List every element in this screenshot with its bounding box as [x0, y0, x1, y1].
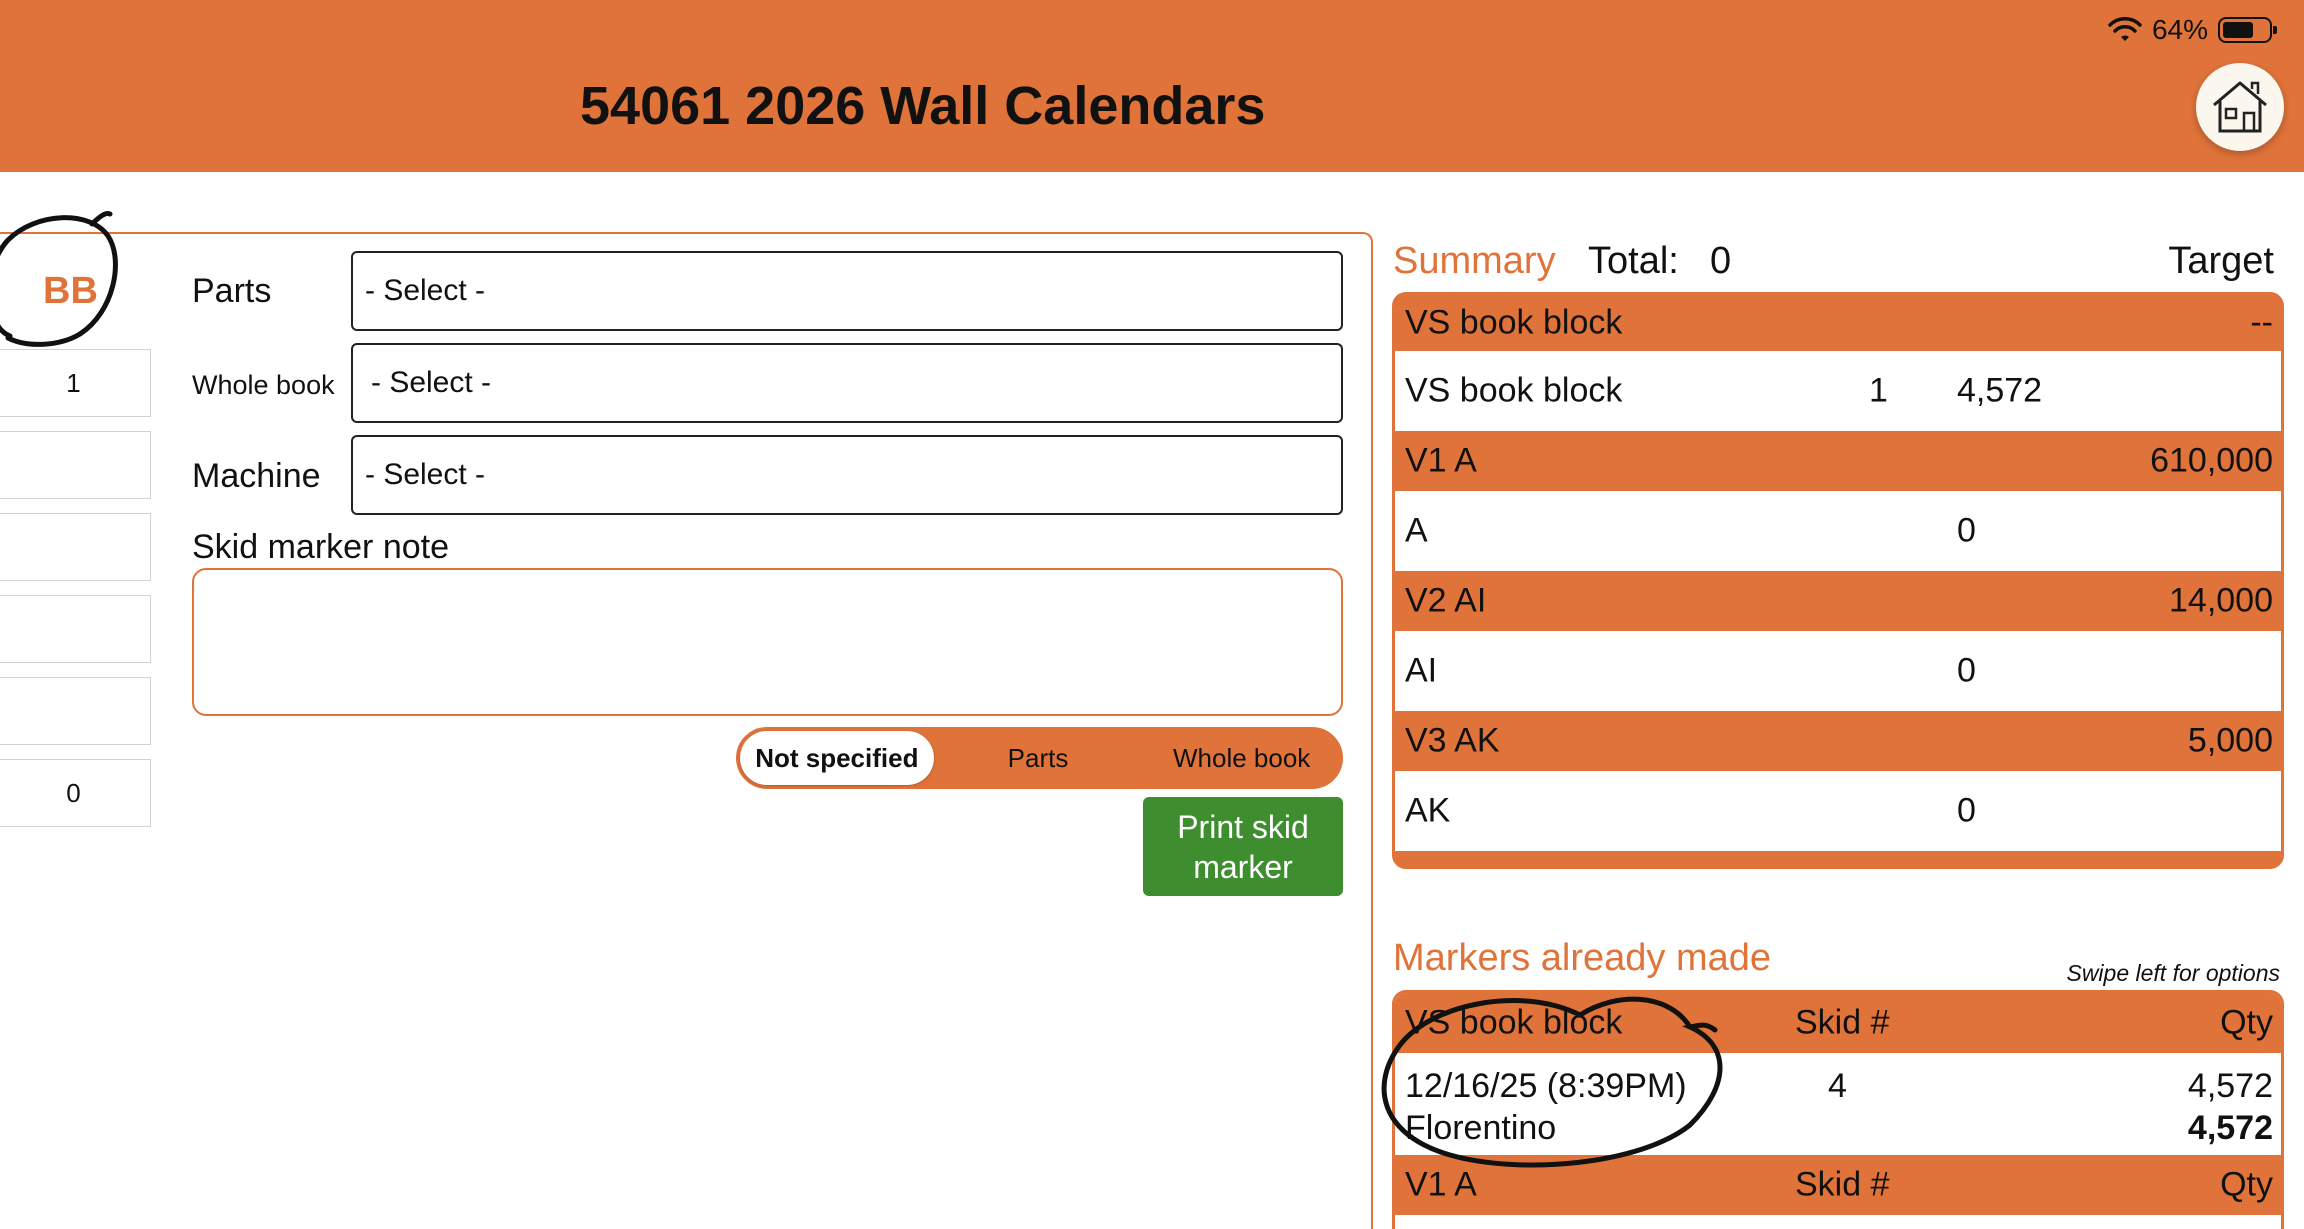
- group-name: VS book block: [1405, 1003, 1623, 1042]
- group-name: V2 AI: [1405, 581, 1487, 620]
- summary-row: VS book block 1 4,572: [1395, 351, 2281, 431]
- marker-qty: 4,572: [2187, 1067, 2273, 1105]
- summary-title: Summary: [1393, 240, 1556, 282]
- segment-whole-book[interactable]: Whole book: [1142, 743, 1341, 774]
- group-name: V1 A: [1405, 441, 1477, 480]
- battery-percent: 64%: [2151, 14, 2208, 45]
- swipe-hint: Swipe left for options: [2066, 960, 2280, 986]
- row-name: A: [1405, 511, 1428, 550]
- skid-note-label: Skid marker note: [192, 528, 449, 566]
- group-name: V1 A: [1405, 1165, 1477, 1204]
- row-qty: 4,572: [1957, 371, 2043, 410]
- side-count-field[interactable]: [0, 431, 151, 499]
- marker-entry-row[interactable]: 12/16/25 (8:39PM) Florentino 4 4,572 4,5…: [1395, 1053, 2281, 1153]
- row-qty: 0: [1957, 651, 1976, 690]
- marker-user: Florentino: [1405, 1109, 1557, 1147]
- summary-table: VS book block -- VS book block 1 4,572 V…: [1392, 292, 2284, 869]
- row-qty: 0: [1957, 791, 1976, 830]
- marker-group-header: VS book block Skid # Qty: [1395, 993, 2281, 1053]
- status-bar: 64%: [2108, 14, 2277, 46]
- marker-group-header: V1 A Skid # Qty: [1395, 1155, 2281, 1215]
- marker-date: 12/16/25 (8:39PM): [1405, 1067, 1687, 1105]
- app-header: 64% 54061 2026 Wall Calendars: [0, 0, 2304, 172]
- home-button[interactable]: [2196, 63, 2284, 151]
- parts-select[interactable]: - Select -: [351, 251, 1343, 331]
- group-target: 610,000: [2150, 441, 2273, 480]
- row-name: VS book block: [1405, 371, 1623, 410]
- side-count-field[interactable]: [0, 513, 151, 581]
- row-name: AI: [1405, 651, 1438, 690]
- marker-total: 4,572: [2187, 1109, 2273, 1147]
- whole-book-select[interactable]: - Select -: [351, 343, 1343, 423]
- markers-title: Markers already made: [1393, 937, 1772, 979]
- side-count-field[interactable]: [0, 677, 151, 745]
- summary-group-header: VS book block --: [1395, 295, 2281, 351]
- total-label: Total:: [1588, 240, 1679, 282]
- segment-not-specified[interactable]: Not specified: [740, 731, 934, 785]
- row-count: 1: [1869, 371, 1888, 410]
- row-qty: 0: [1957, 511, 1976, 550]
- markers-table: VS book block Skid # Qty 12/16/25 (8:39P…: [1392, 990, 2284, 1229]
- side-count-field[interactable]: 0: [0, 759, 151, 827]
- summary-group-header: V2 AI 14,000: [1395, 571, 2281, 631]
- home-icon: [2213, 81, 2267, 133]
- skid-header: Skid #: [1795, 1165, 1890, 1204]
- type-segmented-control: Not specified Parts Whole book: [736, 727, 1343, 789]
- side-count-field[interactable]: [0, 595, 151, 663]
- qty-header: Qty: [2220, 1003, 2273, 1042]
- total-value: 0: [1710, 240, 1732, 282]
- summary-row: AI 0: [1395, 631, 2281, 711]
- row-name: AK: [1405, 791, 1451, 830]
- segment-parts[interactable]: Parts: [934, 743, 1143, 774]
- summary-group-header: V3 AK 5,000: [1395, 711, 2281, 771]
- whole-book-label: Whole book: [192, 370, 335, 400]
- group-target: 14,000: [2169, 581, 2273, 620]
- group-name: V3 AK: [1405, 721, 1500, 760]
- battery-icon: [2218, 17, 2277, 43]
- side-count-field[interactable]: 1: [0, 349, 151, 417]
- skid-header: Skid #: [1795, 1003, 1890, 1042]
- parts-label: Parts: [192, 272, 272, 310]
- print-skid-marker-button[interactable]: Print skid marker: [1143, 797, 1343, 896]
- group-name: VS book block: [1405, 303, 1623, 342]
- group-target: 5,000: [2187, 721, 2273, 760]
- summary-row: AK 0: [1395, 771, 2281, 851]
- target-label: Target: [2168, 240, 2274, 282]
- wifi-icon: [2108, 17, 2142, 41]
- page-title: 54061 2026 Wall Calendars: [580, 76, 1266, 136]
- marker-skid: 4: [1828, 1067, 1847, 1105]
- machine-label: Machine: [192, 457, 321, 495]
- qty-header: Qty: [2220, 1165, 2273, 1204]
- machine-select[interactable]: - Select -: [351, 435, 1343, 515]
- summary-group-header: V1 A 610,000: [1395, 431, 2281, 491]
- skid-note-input[interactable]: [192, 568, 1343, 716]
- section-badge: BB: [43, 270, 98, 312]
- summary-row: A 0: [1395, 491, 2281, 571]
- group-target: --: [2250, 303, 2273, 342]
